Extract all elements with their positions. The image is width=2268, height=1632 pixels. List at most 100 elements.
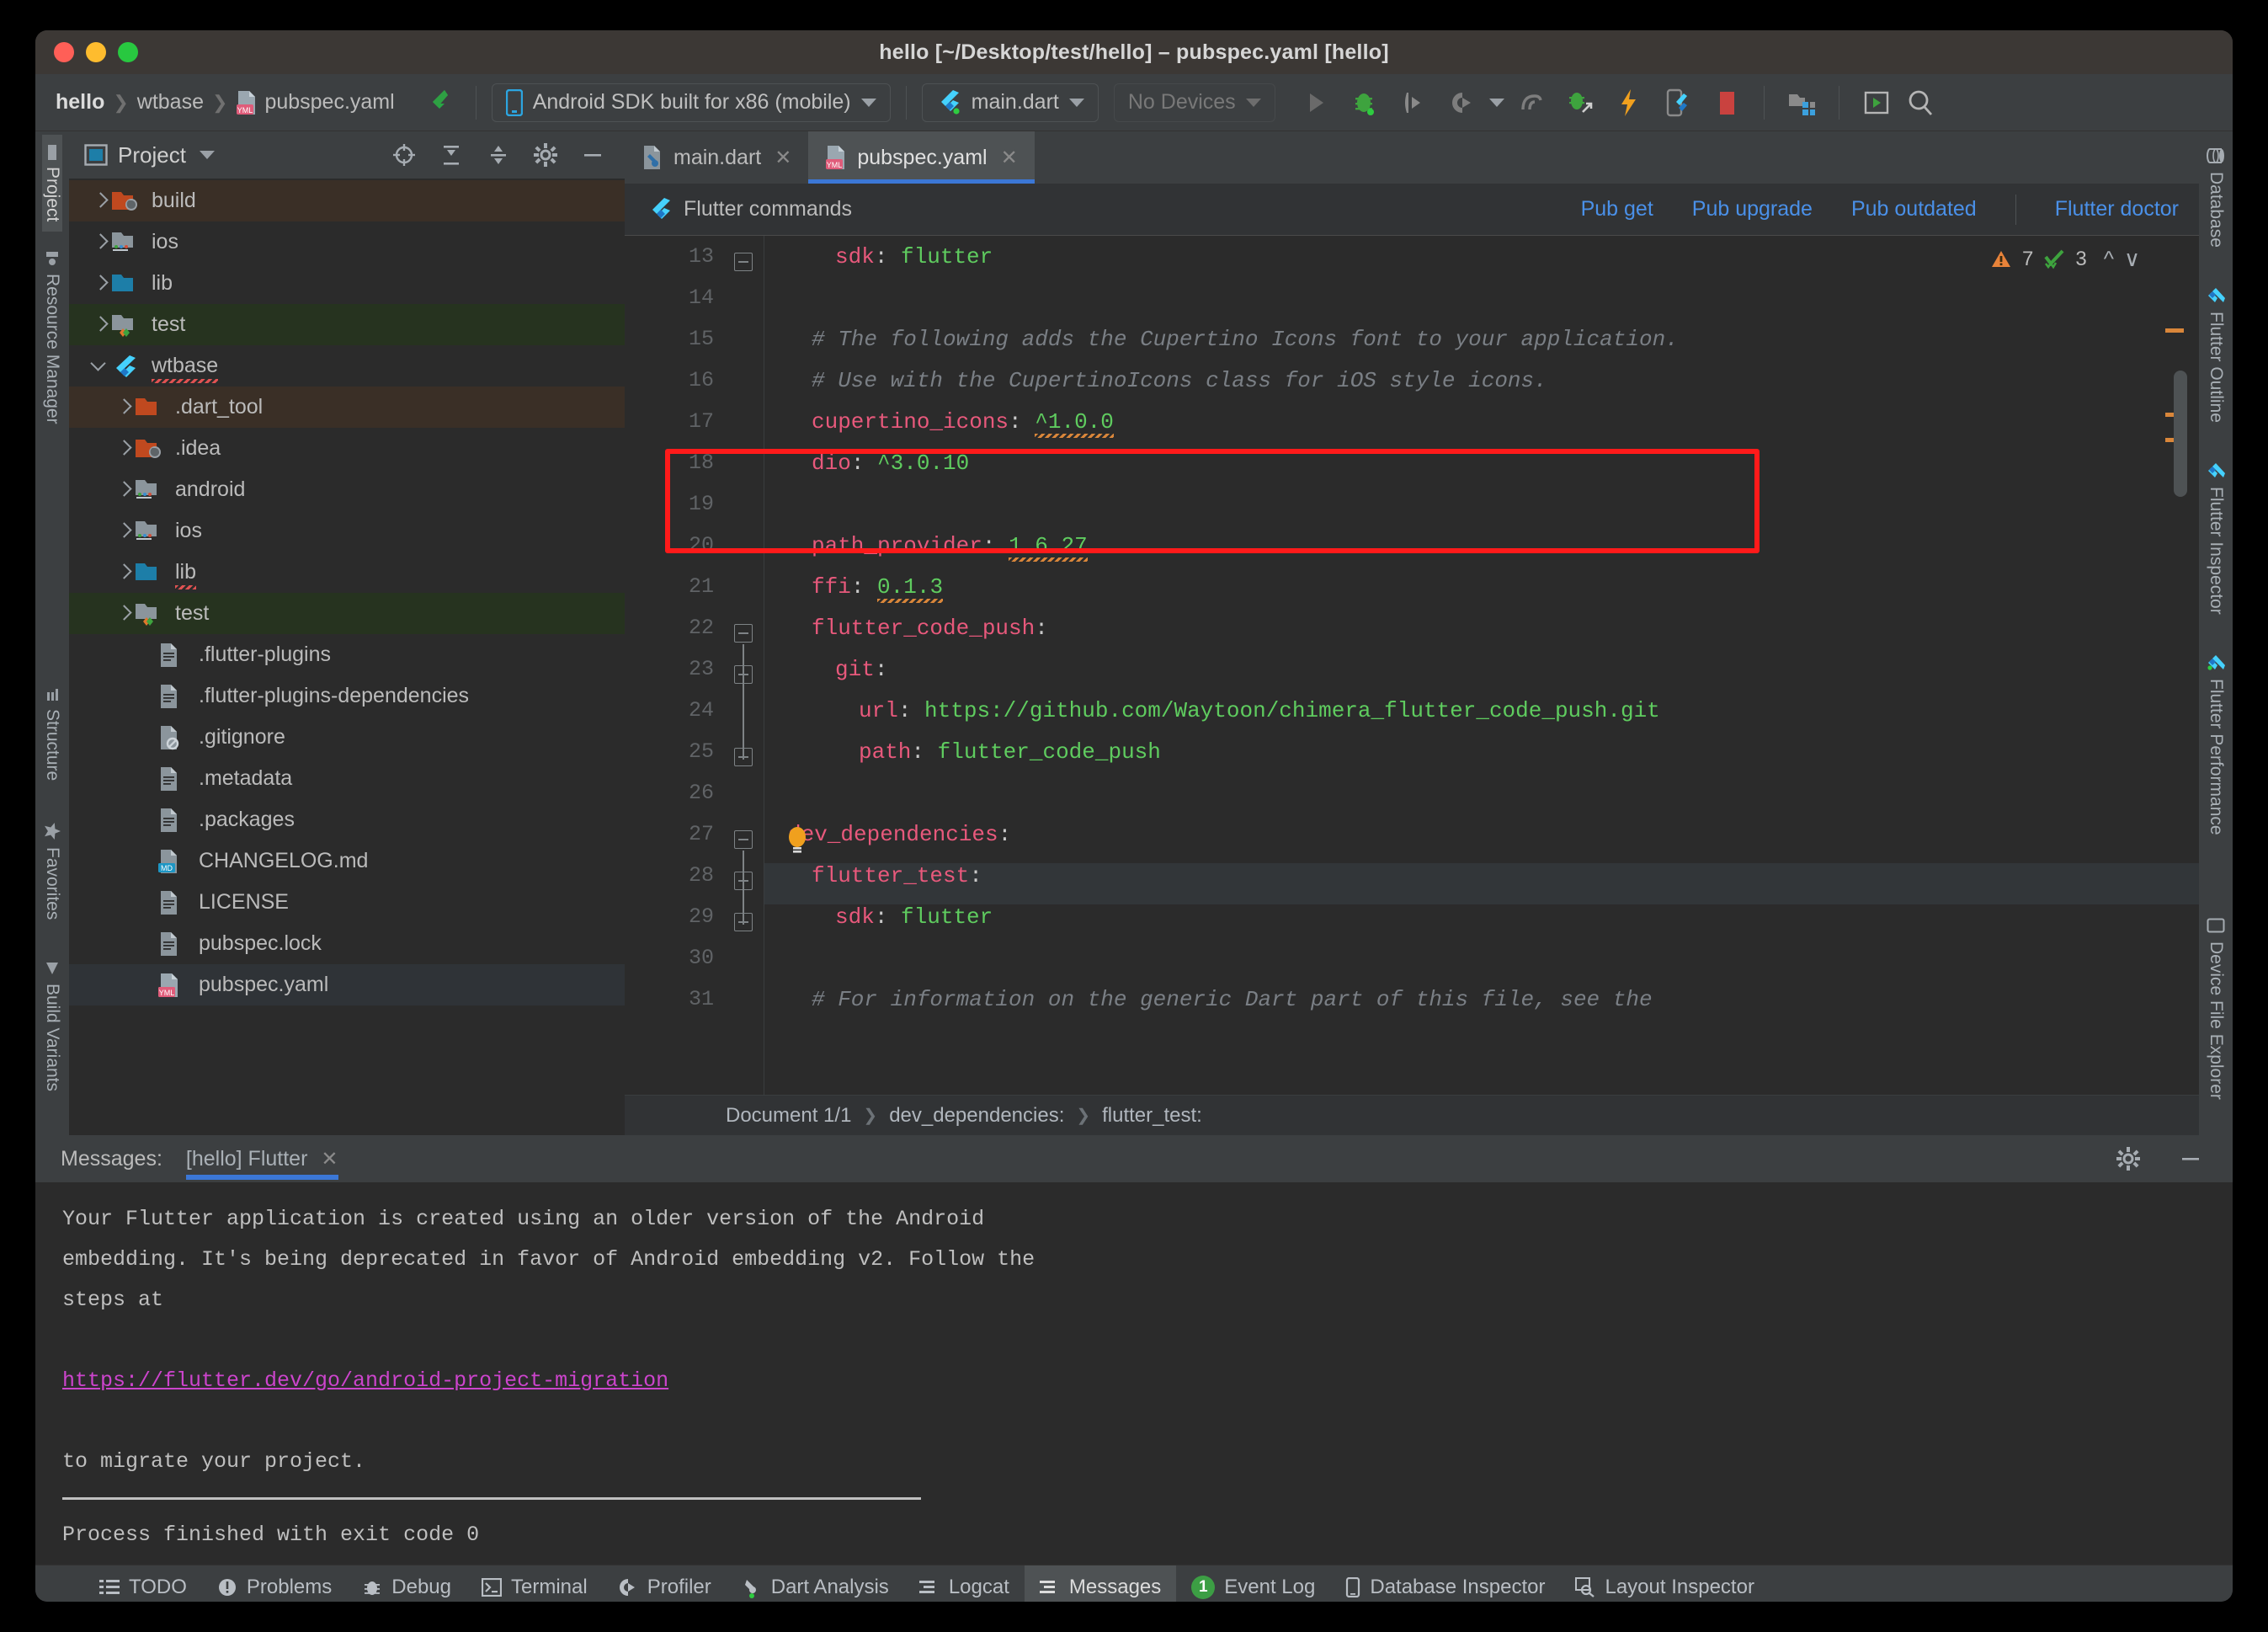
sidebar-item-structure[interactable]: Structure [42,677,62,791]
run-configuration-selector[interactable]: main.dart [922,83,1099,122]
breadcrumb-project[interactable]: hello [56,90,104,115]
pub-outdated-link[interactable]: Pub outdated [1851,197,1977,221]
tree-node-android[interactable]: android [69,469,625,510]
tree-node-lib[interactable]: lib [69,263,625,304]
search-everywhere-icon[interactable] [1898,81,1942,125]
expand-all-icon[interactable] [429,133,473,177]
close-icon[interactable]: ✕ [775,146,791,170]
tree-node-ios[interactable]: ios [69,510,625,552]
run-to-cursor-icon[interactable] [1392,81,1435,125]
tab-profiler[interactable]: Profiler [603,1565,727,1603]
tree-node-wtbase[interactable]: wtbase [69,345,625,387]
flutter-doctor-link[interactable]: Flutter doctor [2055,197,2179,221]
prev-problem-icon[interactable]: ^ [2104,246,2114,272]
messages-tab-hello-flutter[interactable]: [hello] Flutter ✕ [186,1147,338,1171]
chevron-right-icon[interactable] [113,520,135,542]
chevron-right-icon[interactable] [89,273,111,295]
tree-node--dart-tool[interactable]: .dart_tool [69,387,625,428]
chevron-right-icon[interactable] [89,232,111,253]
tree-node--packages[interactable]: .packages [69,799,625,840]
breadcrumb-dev-dependencies[interactable]: dev_dependencies: [889,1104,1064,1128]
code-line[interactable]: dio: ^3.0.10 [812,451,969,476]
tree-node--gitignore[interactable]: .gitignore [69,717,625,758]
locate-icon[interactable] [382,133,426,177]
breadcrumb-document[interactable]: Document 1/1 [726,1104,851,1128]
minimize-icon[interactable] [571,133,615,177]
tree-node--metadata[interactable]: .metadata [69,758,625,799]
tab-messages[interactable]: Messages [1025,1565,1176,1603]
project-tree[interactable]: buildioslibtestwtbase.dart_tool.ideaandr… [69,179,625,1135]
chevron-right-icon[interactable] [113,562,135,584]
code-line[interactable]: # The following adds the Cupertino Icons… [812,327,1679,352]
device-selector[interactable]: Android SDK built for x86 (mobile) [492,83,891,122]
code-line[interactable]: # Use with the CupertinoIcons class for … [812,368,1547,393]
tree-node--flutter-plugins[interactable]: .flutter-plugins [69,634,625,675]
sidebar-item-flutter-outline[interactable]: Flutter Outline [2206,275,2226,433]
code-line[interactable]: flutter_code_push: [812,616,1048,641]
code-line[interactable]: cupertino_icons: ^1.0.0 [812,409,1114,435]
code-line[interactable]: path: flutter_code_push [859,739,1161,765]
attach-debugger-icon[interactable] [1558,81,1602,125]
code-fold-toggle[interactable] [734,624,753,643]
editor-breadcrumb[interactable]: Document 1/1 ❯ dev_dependencies: ❯ flutt… [625,1095,2199,1135]
coverage-icon[interactable] [1509,81,1553,125]
tab-event-log[interactable]: 1 Event Log [1176,1565,1330,1603]
tree-node--idea[interactable]: .idea [69,428,625,469]
tab-layout-inspector[interactable]: Layout Inspector [1560,1565,1769,1603]
editor-scrollbar-thumb[interactable] [2174,371,2187,497]
tree-node-ios[interactable]: ios [69,221,625,263]
flutter-hot-reload-icon[interactable] [417,81,461,125]
pub-get-link[interactable]: Pub get [1581,197,1653,221]
sidebar-item-flutter-inspector[interactable]: Flutter Inspector [2206,450,2226,625]
sidebar-item-favorites[interactable]: Favorites [42,812,62,930]
debug-icon[interactable] [1343,81,1387,125]
tree-node-pubspec-yaml[interactable]: YMLpubspec.yaml [69,964,625,1005]
tab-pubspec-yaml[interactable]: YML pubspec.yaml ✕ [808,131,1034,184]
chevron-down-icon[interactable] [1489,99,1504,107]
breadcrumb-module[interactable]: wtbase [137,90,204,115]
breadcrumb-file[interactable]: pubspec.yaml [264,90,394,115]
tree-node-license[interactable]: LICENSE [69,882,625,923]
tab-debug[interactable]: Debug [347,1565,466,1603]
code-line[interactable]: sdk: flutter [835,244,993,269]
intention-bulb-icon[interactable] [783,825,812,857]
breadcrumb-flutter-test[interactable]: flutter_test: [1102,1104,1202,1128]
sidebar-item-project[interactable]: Project [42,135,62,232]
pub-upgrade-link[interactable]: Pub upgrade [1692,197,1813,221]
gear-icon[interactable] [2106,1137,2150,1181]
sidebar-item-resource-manager[interactable]: Resource Manager [42,240,62,435]
devices-selector[interactable]: No Devices [1114,83,1275,122]
code-line[interactable]: dev_dependencies: [788,822,1011,847]
code-line[interactable]: url: https://github.com/Waytoon/chimera_… [859,698,1660,723]
next-problem-icon[interactable]: ∨ [2124,246,2140,272]
code-content[interactable]: sdk: flutter # The following adds the Cup… [764,236,2199,1095]
tab-todo[interactable]: TODO [84,1565,202,1603]
minimize-icon[interactable] [2169,1137,2212,1181]
tab-database-inspector[interactable]: Database Inspector [1330,1565,1560,1603]
tree-node-test[interactable]: test [69,593,625,634]
chevron-right-icon[interactable] [89,314,111,336]
gear-icon[interactable] [524,133,567,177]
chevron-right-icon[interactable] [113,479,135,501]
error-stripe-marker[interactable] [2165,328,2184,333]
run-icon[interactable] [1294,81,1338,125]
hot-reload-bolt-icon[interactable] [1607,81,1651,125]
stop-icon[interactable] [1705,81,1749,125]
tab-dart-analysis[interactable]: Dart Analysis [727,1565,904,1603]
code-fold-toggle[interactable] [734,830,753,849]
chevron-down-icon[interactable] [200,151,215,159]
tree-node-lib[interactable]: lib [69,552,625,593]
tree-node-build[interactable]: build [69,180,625,221]
code-line[interactable]: path_provider: 1.6.27 [812,533,1088,558]
code-line[interactable]: sdk: flutter [835,904,993,930]
tree-node-changelog-md[interactable]: MDCHANGELOG.md [69,840,625,882]
sidebar-item-database[interactable]: Database [2206,136,2226,258]
close-icon[interactable]: ✕ [321,1147,338,1171]
tab-problems[interactable]: Problems [202,1565,347,1603]
chevron-down-icon[interactable] [89,355,111,377]
chevron-right-icon[interactable] [113,397,135,419]
chevron-right-icon[interactable] [89,190,111,212]
navigation-breadcrumb[interactable]: hello ❯ wtbase ❯ YML pubspec.yaml [56,90,395,115]
chevron-right-icon[interactable] [113,603,135,625]
tree-node-test[interactable]: test [69,304,625,345]
